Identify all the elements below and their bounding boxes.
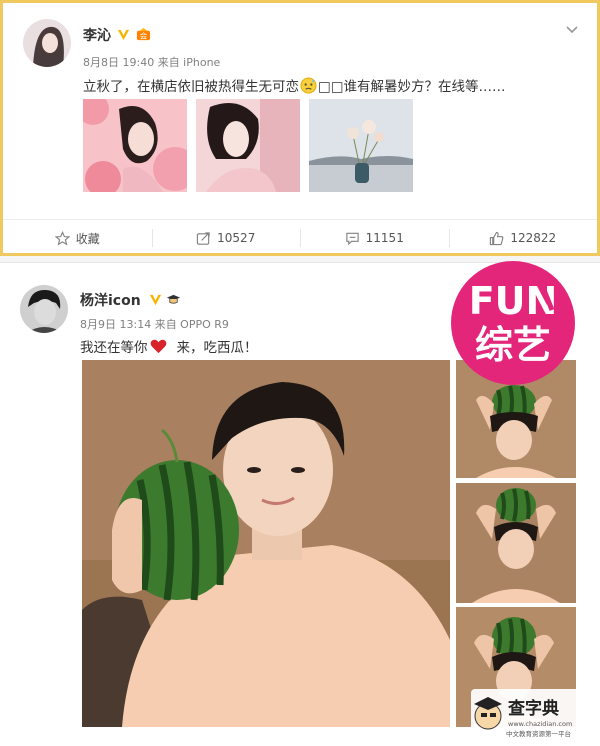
like-button[interactable]: 122822	[448, 220, 598, 256]
site-url: www.chazidian.com	[508, 720, 572, 728]
weibo-post-1: 李沁 会 8月8日 19:40 来自 iPhone 立秋了，在横店依旧被热得生无…	[0, 0, 600, 256]
user-avatar[interactable]	[23, 19, 71, 67]
post-side-photo-2[interactable]	[456, 483, 576, 603]
post-image-2[interactable]	[196, 99, 300, 192]
repost-icon	[197, 231, 210, 245]
post-image-3[interactable]	[309, 99, 413, 192]
thumbs-up-icon	[490, 231, 504, 245]
user-avatar[interactable]	[20, 285, 68, 333]
user-name[interactable]: 杨洋icon	[80, 290, 141, 310]
post-main-photo[interactable]	[82, 360, 450, 727]
post-text-part-2: □□谁有解暑妙方？在线等……	[318, 79, 506, 95]
chazidian-watermark: 查字典 www.chazidian.com 中文教育资源第一平台	[470, 688, 594, 742]
comment-icon	[345, 232, 359, 245]
comment-button[interactable]: 11151	[300, 220, 449, 256]
svg-text:会: 会	[140, 31, 148, 41]
like-count: 122822	[510, 231, 557, 245]
sweat-emoji-icon	[300, 77, 317, 94]
verified-badge-icon	[117, 29, 130, 41]
graduate-cap-icon	[166, 294, 181, 304]
site-tagline: 中文教育资源第一平台	[506, 729, 571, 738]
post-action-bar: 收藏 10527 11151 122822	[3, 219, 597, 256]
post-text-part-2: 来，吃西瓜！	[176, 340, 258, 356]
post-text: 我还在等你 来，吃西瓜！	[80, 336, 258, 356]
user-name[interactable]: 李沁	[83, 25, 111, 45]
post-text-part-1: 我还在等你	[80, 340, 148, 356]
site-name: 查字典	[507, 698, 559, 719]
post-time[interactable]: 8月9日 13:14 来自 OPPO R9	[80, 316, 229, 332]
vip-badge-icon: 会	[136, 27, 151, 41]
favorite-label: 收藏	[75, 231, 100, 246]
repost-button[interactable]: 10527	[151, 220, 301, 256]
heart-emoji-icon	[150, 339, 166, 354]
favorite-button[interactable]: 收藏	[3, 220, 152, 256]
repost-count: 10527	[217, 231, 256, 245]
comment-count: 11151	[365, 231, 404, 245]
verified-badge-icon	[149, 294, 162, 306]
post-image-1[interactable]	[83, 99, 187, 192]
fun-variety-logo: FUN 综艺	[448, 258, 578, 388]
post-text-part-1: 立秋了，在横店依旧被热得生无可恋	[83, 79, 299, 95]
chevron-down-icon[interactable]	[565, 25, 579, 35]
post-text: 立秋了，在横店依旧被热得生无可恋 □□谁有解暑妙方？在线等……	[83, 75, 506, 95]
star-icon	[54, 230, 70, 245]
fun-cn-label: 综艺	[475, 323, 551, 367]
post-time[interactable]: 8月8日 19:40 来自 iPhone	[83, 54, 220, 70]
